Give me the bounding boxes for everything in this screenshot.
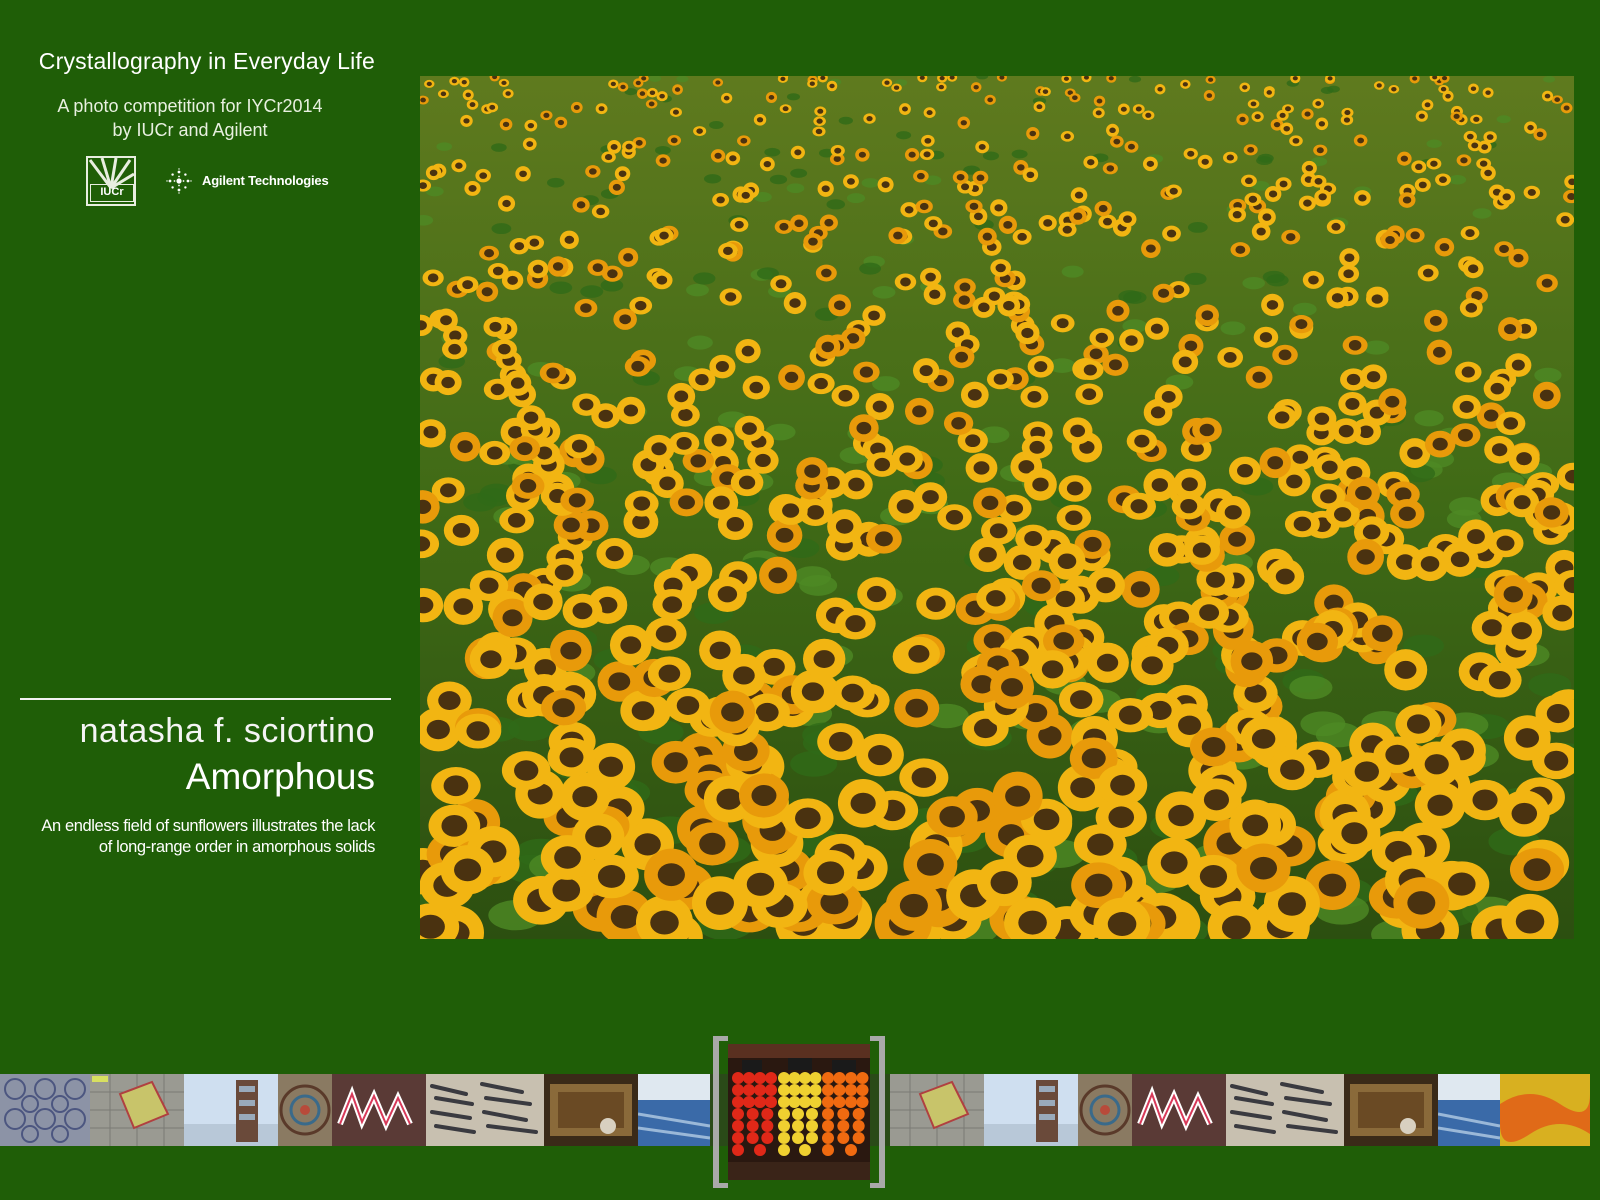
agilent-logo-text[interactable]: Agilent Technologies (202, 173, 329, 188)
photo-author: natasha f. sciortino (79, 712, 375, 750)
thumbnail-ornament[interactable] (278, 1074, 332, 1146)
right-bracket-icon (870, 1036, 885, 1188)
agilent-spark-icon (166, 168, 192, 194)
thumbnail-boat-2[interactable] (1344, 1074, 1438, 1146)
thumbnail-boat[interactable] (544, 1074, 638, 1146)
main-photo[interactable] (420, 76, 1574, 939)
left-bracket-icon (713, 1036, 728, 1188)
fruit-stall-thumbnail (728, 1044, 870, 1180)
thumbnail-orange-field[interactable] (1500, 1074, 1590, 1146)
thumbnail-fish-2[interactable] (1226, 1074, 1344, 1146)
photo-title: Amorphous (185, 756, 375, 797)
thumbnail-harbor[interactable] (638, 1074, 710, 1146)
iucr-logo[interactable]: IUCr (86, 156, 136, 206)
thumbnail-paving[interactable] (90, 1074, 184, 1146)
sunflower-field-image (420, 76, 1574, 939)
site-subtitle: A photo competition for IYCr2014 by IUCr… (30, 94, 350, 142)
subtitle-line-1: A photo competition for IYCr2014 (57, 96, 323, 116)
photo-description: An endless field of sunflowers illustrat… (41, 817, 375, 856)
sponsor-logos: IUCr Agilent Technologies (86, 156, 366, 208)
thumbnail-harbor-2[interactable] (1438, 1074, 1500, 1146)
thumbnail-tower[interactable] (184, 1074, 278, 1146)
thumbnail-graffiti-2[interactable] (1132, 1074, 1226, 1146)
thumbnail-paving-2[interactable] (890, 1074, 984, 1146)
site-title: Crystallography in Everyday Life (38, 48, 375, 74)
thumbnail-graffiti[interactable] (332, 1074, 426, 1146)
subtitle-line-2: by IUCr and Agilent (112, 120, 268, 140)
thumbnail-tower-2[interactable] (984, 1074, 1078, 1146)
thumbnail-fish[interactable] (426, 1074, 544, 1146)
selected-thumbnail[interactable] (712, 1036, 886, 1188)
thumbnail-ornament-2[interactable] (1078, 1074, 1132, 1146)
caption-divider (20, 698, 391, 700)
iucr-logo-text: IUCr (90, 184, 134, 202)
thumbnail-tiles[interactable] (0, 1074, 90, 1146)
